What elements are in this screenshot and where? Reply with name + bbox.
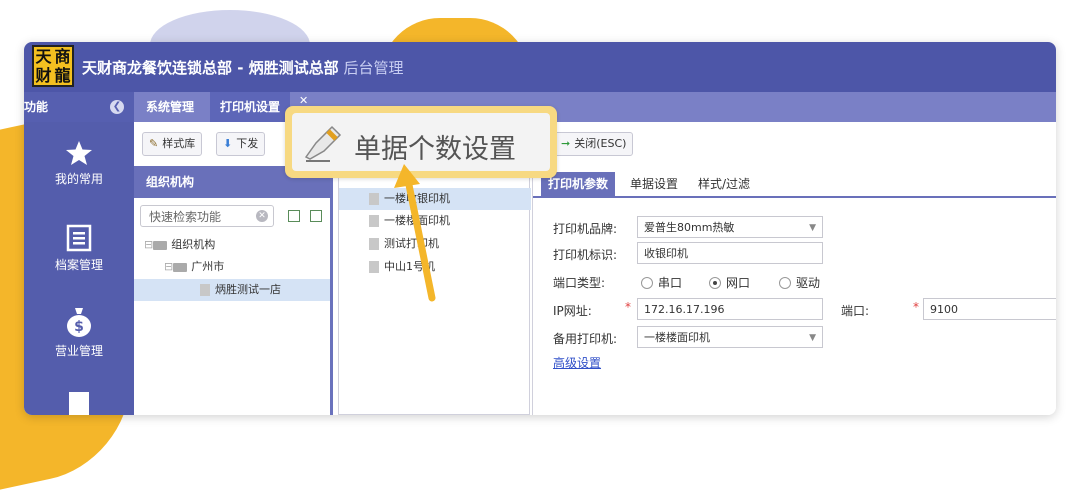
file-icon (369, 238, 379, 250)
radio-label: 串口 (658, 276, 683, 290)
style-library-label: 样式库 (162, 137, 196, 150)
list-item-label: 一楼楼面印机 (384, 214, 450, 227)
edit-pencil-icon (304, 125, 342, 162)
close-label: 关闭(ESC) (574, 137, 627, 150)
radio-network[interactable]: 网口 (709, 274, 750, 291)
file-icon (200, 284, 210, 296)
clear-search-icon[interactable]: ✕ (256, 210, 268, 222)
close-button[interactable]: ➞ 关闭(ESC) (554, 132, 634, 156)
file-icon (369, 215, 379, 227)
nav-label-favorites: 我的常用 (54, 172, 103, 186)
list-item[interactable]: 一楼楼面印机 (339, 210, 531, 232)
required-mark: * (913, 300, 919, 314)
printer-tag-input[interactable]: 收银印机 (637, 242, 823, 264)
star-icon (66, 141, 92, 165)
port-input[interactable]: 9100 (923, 298, 1056, 320)
radio-circle (779, 277, 791, 289)
report-icon (69, 392, 89, 415)
download-button[interactable]: ⬇ 下发 (216, 132, 266, 156)
expand-all-icon[interactable] (288, 210, 300, 222)
nav-item-favorites[interactable]: 我的常用 (24, 140, 134, 187)
download-label: 下发 (236, 137, 259, 150)
function-label: 功能 (24, 100, 49, 114)
tab-printer-settings[interactable]: 打印机设置 (210, 92, 291, 122)
svg-text:$: $ (74, 319, 84, 335)
nav-item-archives[interactable]: 档案管理 (24, 224, 134, 273)
printer-params-panel: 打印机参数 单据设置 样式/过滤 打印机品牌: 爱普生80mm热敏 ▼ 打印机标识… (532, 166, 1056, 415)
nav-label-business: 营业管理 (54, 344, 103, 358)
brand-select[interactable]: 爱普生80mm热敏 ▼ (637, 216, 823, 238)
nav-label-archives: 档案管理 (54, 258, 103, 272)
radio-circle-selected (709, 277, 721, 289)
app-title-main: 天财商龙餐饮连锁总部 - 炳胜测试总部 (82, 59, 339, 77)
brand-label: 打印机品牌: (553, 222, 618, 236)
down-arrow-icon: ⬇ (223, 137, 233, 150)
params-tabs: 打印机参数 单据设置 样式/过滤 (533, 170, 1056, 198)
radio-label: 驱动 (796, 276, 821, 290)
side-nav: 我的常用 档案管理 $ 营业管理 (24, 122, 134, 415)
callout-body: 单据个数设置 (292, 113, 550, 171)
folder-icon (173, 262, 188, 272)
style-library-button[interactable]: ✎ 样式库 (142, 132, 203, 156)
list-item[interactable]: 测试打印机 (339, 233, 531, 255)
radio-serial[interactable]: 串口 (641, 274, 682, 291)
app-title-sub: 后台管理 (338, 59, 404, 77)
folder-icon (153, 240, 168, 250)
exit-icon: ➞ (561, 137, 571, 150)
tab-system-management[interactable]: 系统管理 (136, 92, 204, 122)
tree-node-organization[interactable]: ⊟ 组织机构 (144, 234, 215, 256)
collapse-icon[interactable]: ❮ (110, 100, 124, 114)
edit-icon: ✎ (149, 137, 159, 150)
backup-printer-label: 备用打印机: (553, 332, 618, 346)
search-input[interactable]: 快速检索功能 (140, 205, 274, 227)
tree-node-label: 广州市 (191, 260, 225, 273)
money-bag-icon: $ (67, 308, 91, 337)
chevron-down-icon: ▼ (809, 333, 816, 343)
header-bar: 天商 财龍 天财商龙餐饮连锁总部 - 炳胜测试总部 后台管理 (24, 42, 1056, 92)
tree-node-label: 炳胜测试一店 (215, 283, 281, 296)
radio-driver[interactable]: 驱动 (779, 274, 820, 291)
radio-circle (641, 277, 653, 289)
list-item[interactable]: 一楼收银印机 (339, 188, 531, 210)
callout-text: 单据个数设置 (354, 134, 516, 165)
document-icon (66, 224, 92, 252)
list-item-label: 测试打印机 (384, 237, 439, 250)
nav-item-more[interactable] (24, 390, 134, 415)
file-icon (369, 261, 379, 273)
backup-printer-select[interactable]: 一楼楼面印机 ▼ (637, 326, 823, 348)
advanced-settings-link[interactable]: 高级设置 (553, 354, 601, 371)
app-title: 天财商龙餐饮连锁总部 - 炳胜测试总部 后台管理 (82, 57, 403, 78)
radio-label: 网口 (726, 276, 751, 290)
ip-input[interactable]: 172.16.17.196 (637, 298, 823, 320)
printer-list: 一楼收银印机 一楼楼面印机 测试打印机 中山1号机 (338, 166, 531, 415)
list-item-label: 一楼收银印机 (384, 192, 450, 205)
list-item-label: 中山1号机 (384, 260, 435, 273)
tree-node-guangzhou[interactable]: ⊟ 广州市 (164, 256, 224, 278)
printer-tag-label: 打印机标识: (553, 248, 618, 262)
collapse-all-icon[interactable] (310, 210, 322, 222)
organization-panel: 组织机构 快速检索功能 ✕ ⊟ 组织机构 ⊟ 广州市 炳胜测试一店 (134, 166, 333, 415)
function-panel-header: 功能 ❮ (24, 92, 134, 122)
required-mark: * (625, 300, 631, 314)
backup-printer-value: 一楼楼面印机 (644, 331, 710, 344)
toolbar: ✎ 样式库 ⬇ 下发 ➞ 关闭(ESC) (134, 122, 1056, 167)
tree-node-store[interactable]: 炳胜测试一店 (134, 279, 330, 301)
chevron-down-icon: ▼ (809, 223, 816, 233)
tree-expander-icon: ⊟ (164, 260, 174, 273)
receipt-count-callout: 单据个数设置 (285, 106, 557, 178)
tab-style-filter[interactable]: 样式/过滤 (691, 172, 757, 196)
tab-receipt-settings[interactable]: 单据设置 (623, 172, 685, 196)
brand-logo: 天商 财龍 (32, 45, 74, 87)
port-label: 端口: (841, 304, 870, 318)
app-window: 天商 财龍 天财商龙餐饮连锁总部 - 炳胜测试总部 后台管理 功能 ❮ 系统管理… (24, 42, 1056, 415)
tree-node-label: 组织机构 (171, 238, 216, 251)
tree-expander-icon: ⊟ (144, 238, 154, 251)
list-item[interactable]: 中山1号机 (339, 256, 531, 278)
nav-item-business[interactable]: $ 营业管理 (24, 306, 134, 359)
file-icon (369, 193, 379, 205)
port-type-label: 端口类型: (553, 276, 606, 290)
brand-value: 爱普生80mm热敏 (644, 221, 735, 234)
ip-label: IP网址: (553, 304, 592, 318)
